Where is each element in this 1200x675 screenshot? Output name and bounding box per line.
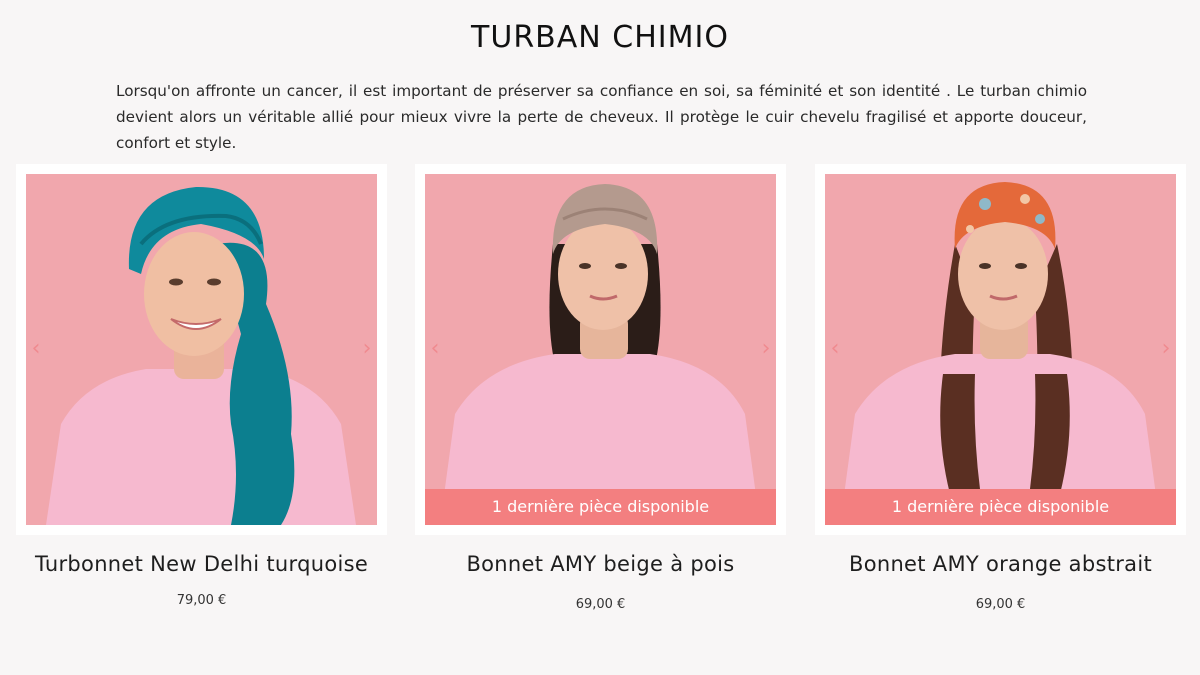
product-image[interactable]: ‹ › 1 dernière pièce disponible [825,174,1176,525]
stock-badge: 1 dernière pièce disponible [825,489,1176,525]
product-price: 79,00 € [176,593,227,608]
product-image[interactable]: ‹ › [26,174,377,525]
product-card[interactable]: ‹ › Turbonnet New Delhi turquoise 79,00 … [16,164,387,608]
carousel-prev-arrow-icon[interactable]: ‹ [26,337,46,361]
carousel-prev-arrow-icon[interactable]: ‹ [825,337,845,361]
page-title: TURBAN CHIMIO [471,20,729,55]
carousel-next-arrow-icon[interactable]: › [756,337,776,361]
carousel-prev-arrow-icon[interactable]: ‹ [425,337,445,361]
product-price: 69,00 € [975,597,1026,612]
product-image-frame: ‹ › [16,164,387,535]
product-image-frame: ‹ › 1 dernière pièce disponible [415,164,786,535]
product-card[interactable]: ‹ › 1 dernière pièce disponible Bonnet A… [415,164,786,612]
product-name[interactable]: Turbonnet New Delhi turquoise [16,550,387,579]
carousel-next-arrow-icon[interactable]: › [357,337,377,361]
stock-badge: 1 dernière pièce disponible [425,489,776,525]
product-name[interactable]: Bonnet AMY orange abstrait [815,550,1186,579]
intro-paragraph: Lorsqu'on affronte un cancer, il est imp… [116,82,1087,152]
product-price: 69,00 € [575,597,626,612]
model-photo-beige [425,174,776,525]
product-image-frame: ‹ › 1 dernière pièce disponible [815,164,1186,535]
product-card[interactable]: ‹ › 1 dernière pièce disponible Bonnet A… [815,164,1186,612]
model-photo-orange [825,174,1176,525]
product-image[interactable]: ‹ › 1 dernière pièce disponible [425,174,776,525]
model-photo-turquoise [26,174,377,525]
carousel-next-arrow-icon[interactable]: › [1156,337,1176,361]
product-name[interactable]: Bonnet AMY beige à pois [415,550,786,579]
